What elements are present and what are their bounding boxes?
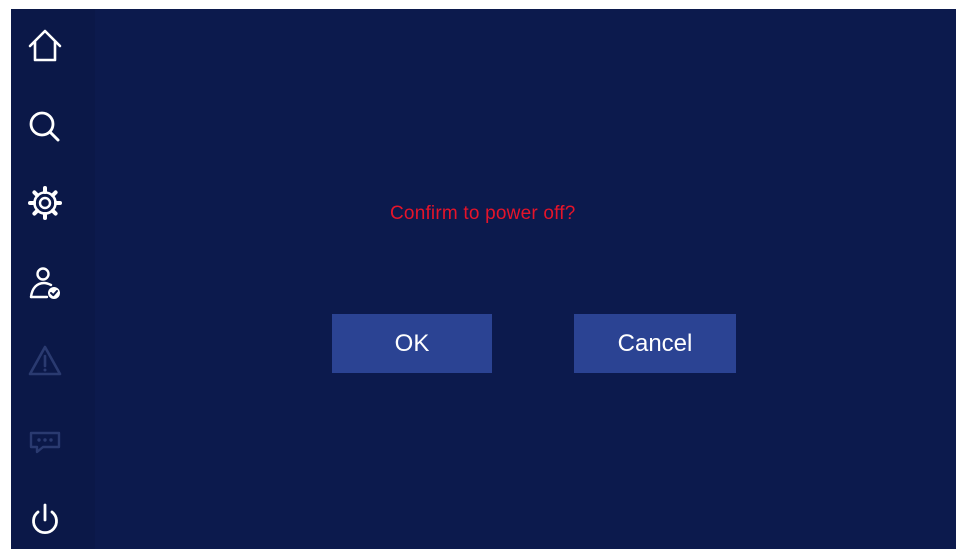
sidebar-item-home[interactable]	[23, 24, 67, 68]
sidebar-item-messages	[23, 419, 67, 463]
user-check-icon	[29, 267, 60, 299]
power-off-screen: Confirm to power off? OK Cancel	[11, 9, 956, 549]
home-icon	[28, 29, 62, 62]
sidebar-item-alarm	[23, 339, 67, 383]
power-off-dialog: Confirm to power off? OK Cancel	[95, 9, 956, 549]
cancel-button[interactable]: Cancel	[574, 314, 736, 373]
warning-icon	[28, 345, 62, 376]
gear-icon	[28, 186, 62, 220]
sidebar-item-power[interactable]	[23, 498, 67, 542]
sidebar-item-search[interactable]	[23, 105, 67, 149]
sidebar-item-user[interactable]	[23, 262, 67, 306]
sidebar-item-settings[interactable]	[23, 181, 67, 225]
sidebar-nav	[11, 9, 95, 549]
search-icon	[29, 111, 60, 142]
chat-icon	[29, 431, 61, 454]
confirm-message: Confirm to power off?	[390, 203, 576, 224]
ok-button[interactable]: OK	[332, 314, 492, 373]
power-icon	[32, 503, 58, 534]
